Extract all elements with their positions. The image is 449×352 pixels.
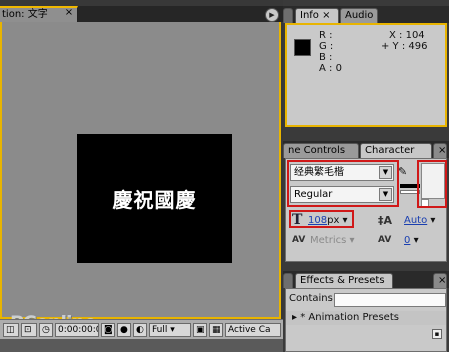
character-tab-bar: ne Controls Character × (283, 141, 449, 158)
chevron-down-icon: ▾ (413, 235, 419, 246)
info-g: G : (319, 41, 334, 52)
tab-character[interactable]: Character (360, 143, 432, 158)
kerning-value[interactable]: Metrics (310, 235, 346, 246)
tracking-field[interactable]: 0 ▾ (404, 235, 419, 246)
new-preset-icon[interactable]: ▪ (432, 329, 442, 339)
effects-tab-bar: Effects & Presets × (283, 271, 449, 288)
composition-tab-bar: tion: 文字 × ▶ (0, 6, 283, 22)
magnification-icon[interactable]: ◫ (3, 323, 19, 337)
close-icon[interactable]: × (64, 6, 74, 20)
right-panel-column: Info × Audio R : G : B : A : 0 X : 104 +… (283, 0, 449, 352)
tab-grip[interactable] (283, 273, 293, 288)
effects-panel: Contains: ▸ * Animation Presets ▪ (285, 288, 447, 352)
kerning-icon: AV (292, 235, 306, 245)
tab-audio[interactable]: Audio (340, 8, 378, 23)
panel-menu-icon[interactable]: ▶ (265, 8, 279, 22)
tab-grip[interactable] (283, 8, 293, 23)
composition-frame[interactable]: 慶祝國慶 (77, 134, 232, 263)
channel-icon[interactable]: ● (117, 323, 131, 337)
tab-effects-presets[interactable]: Effects & Presets (295, 273, 393, 288)
kerning-field[interactable]: Metrics ▾ (310, 235, 355, 246)
leading-value[interactable]: Auto (404, 215, 427, 226)
tab-info-label: Info (300, 10, 319, 21)
resolution-dropdown[interactable]: Full ▾ (149, 323, 191, 337)
info-b: B : (319, 52, 333, 63)
tab-character-label: Character (365, 145, 415, 156)
color-swatch (294, 39, 311, 56)
leading-field[interactable]: Auto ▾ (404, 215, 435, 226)
close-icon[interactable]: × (322, 10, 330, 21)
timecode-display[interactable]: 0:00:00:00 (55, 323, 99, 337)
safe-zones-icon[interactable]: ⊡ (21, 323, 37, 337)
color-highlight-box (417, 160, 447, 208)
eyedropper-icon[interactable]: ✎ (398, 165, 410, 179)
info-a: A : 0 (319, 63, 342, 74)
region-of-interest-icon[interactable]: ▣ (193, 323, 207, 337)
tracking-value[interactable]: 0 (404, 235, 410, 246)
tab-info[interactable]: Info × (295, 8, 339, 23)
composition-panel: tion: 文字 × ▶ 慶祝國慶 PConline.com.cn ◫ ⊡ ◷ … (0, 0, 283, 352)
color-icon[interactable]: ◐ (133, 323, 147, 337)
expand-triangle-icon[interactable]: ▸ (292, 312, 297, 323)
tab-effects-label: Effects & Presets (300, 275, 385, 286)
close-icon[interactable]: × (433, 273, 447, 288)
contains-search-input[interactable] (334, 293, 446, 307)
tab-effect-controls[interactable]: ne Controls (283, 143, 359, 158)
chevron-down-icon: ▾ (170, 325, 175, 335)
chevron-down-icon: ▾ (349, 235, 355, 246)
animation-presets-row[interactable]: ▸ * Animation Presets (286, 311, 446, 325)
transparency-grid-icon[interactable]: ▦ (209, 323, 223, 337)
composition-tab-label: tion: 文字 (2, 9, 48, 20)
font-highlight-box (287, 160, 399, 207)
info-panel: R : G : B : A : 0 X : 104 + Y : 496 (285, 23, 447, 127)
contains-label: Contains: (289, 293, 337, 304)
size-highlight-box (289, 210, 354, 228)
leading-icon: ‡A (378, 214, 393, 227)
info-y: + Y : 496 (381, 41, 428, 52)
info-x: X : 104 (389, 30, 425, 41)
camera-view-dropdown[interactable]: Active Ca (225, 323, 281, 337)
resolution-value: Full (152, 325, 168, 335)
info-r: R : (319, 30, 333, 41)
camera-icon[interactable]: ◙ (101, 323, 115, 337)
tracking-icon: AV (378, 235, 392, 245)
animation-presets-label: * Animation Presets (300, 312, 399, 323)
composition-footer (0, 339, 283, 352)
composition-text-layer[interactable]: 慶祝國慶 (77, 184, 232, 213)
composition-bottom-bar: ◫ ⊡ ◷ 0:00:00:00 ◙ ● ◐ Full ▾ ▣ ▦ Active… (0, 319, 283, 339)
character-panel: 经典繁毛楷 ▼ ✎ Regular ▼ T 108px ▾ ‡A Auto ▾ … (285, 158, 447, 262)
info-tab-bar: Info × Audio (283, 6, 449, 23)
close-icon[interactable]: × (433, 143, 447, 158)
snapshot-icon[interactable]: ◷ (39, 323, 53, 337)
composition-viewer[interactable]: 慶祝國慶 PConline.com.cn (0, 22, 281, 334)
chevron-down-icon: ▾ (430, 215, 436, 226)
